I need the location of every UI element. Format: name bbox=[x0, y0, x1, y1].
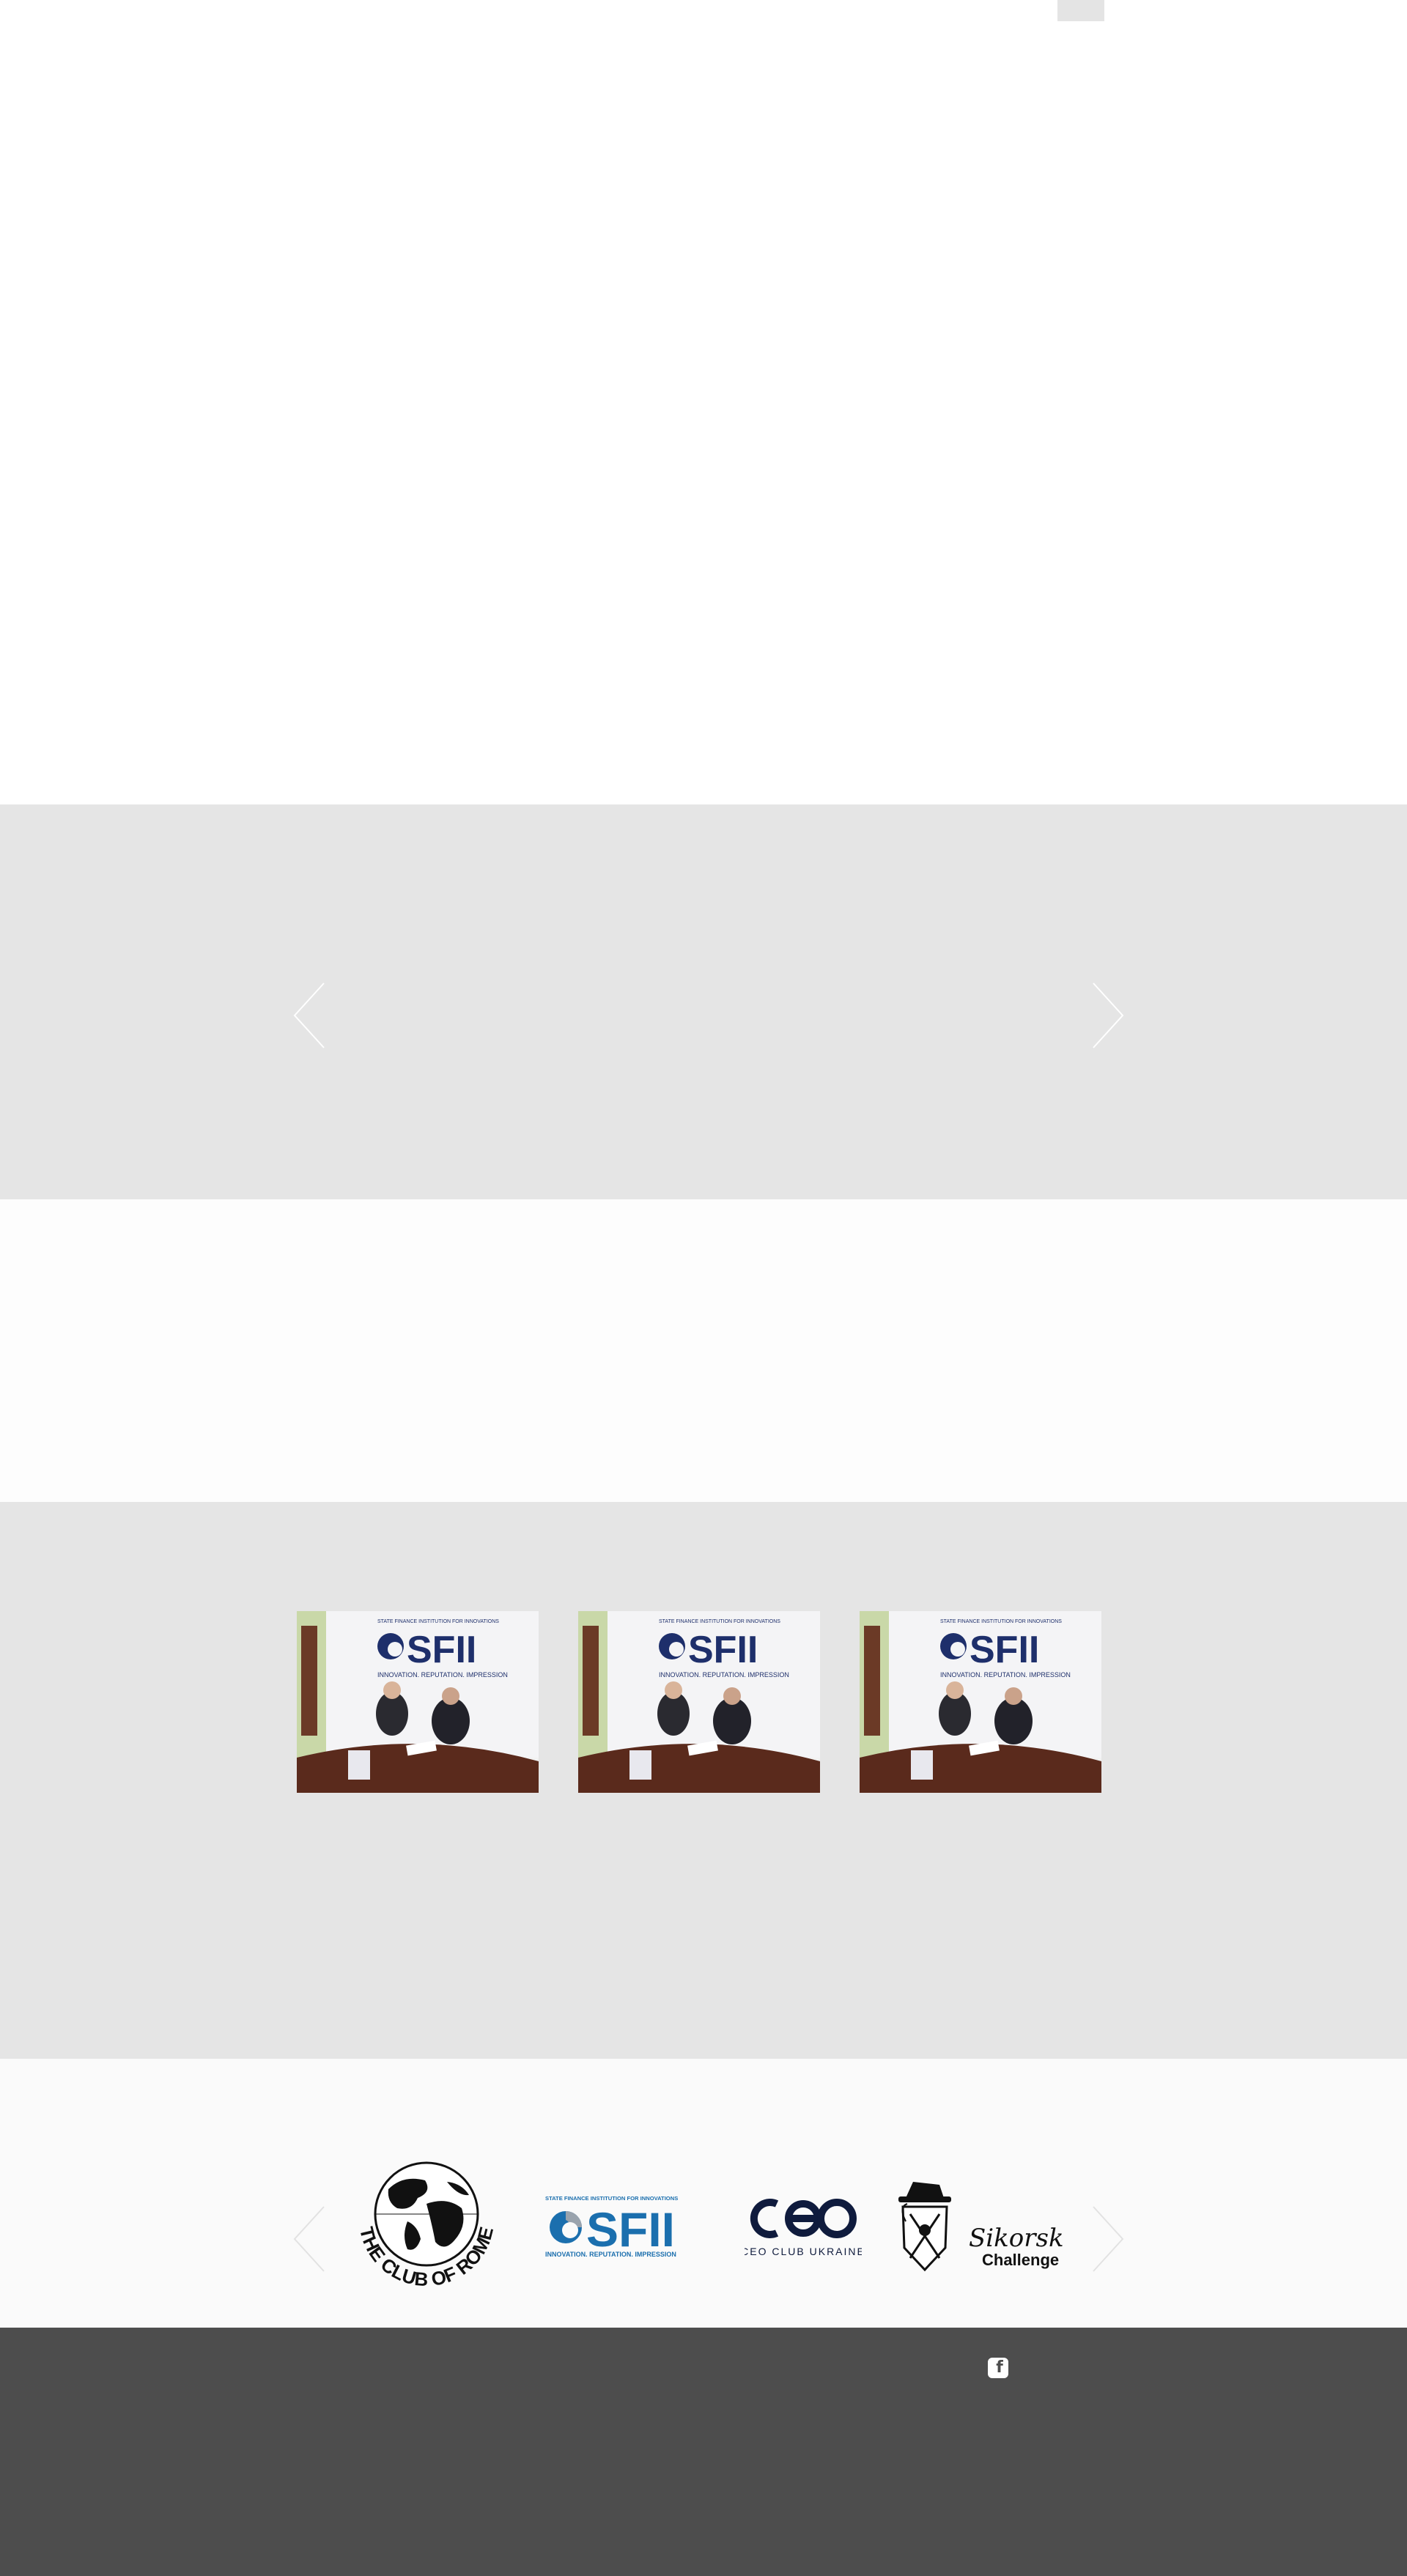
sfii-logo-icon: STATE FINANCE INSTITUTION FOR INNOVATION… bbox=[545, 2195, 678, 2258]
sfii-header: STATE FINANCE INSTITUTION FOR INNOVATION… bbox=[545, 2195, 678, 2202]
partners-carousel bbox=[0, 2059, 1407, 2328]
banner-title: SFII bbox=[970, 1629, 1039, 1671]
partners-prev-button[interactable] bbox=[292, 2204, 328, 2274]
content-blank-area bbox=[0, 1199, 1407, 1502]
chevron-left-icon bbox=[293, 982, 325, 1048]
site-footer bbox=[0, 2328, 1407, 2576]
facebook-icon[interactable]: f bbox=[988, 2358, 1008, 2378]
banner-header: STATE FINANCE INSTITUTION FOR INNOVATION… bbox=[659, 1619, 780, 1624]
hero-slider bbox=[0, 804, 1407, 1199]
partner-logo-ceo-club[interactable]: CEO CLUB UKRAINE bbox=[745, 2191, 862, 2261]
banner-caption: INNOVATION. REPUTATION. IMPRESSION bbox=[377, 1671, 508, 1679]
sikorsky-line2: Challenge bbox=[982, 2251, 1059, 2269]
partner-logo-club-of-rome[interactable]: THE CLUB OF ROME bbox=[344, 2160, 506, 2296]
chevron-right-icon bbox=[1093, 982, 1124, 1048]
photo-signing-ceremony-image: STATE FINANCE INSTITUTION FOR INNOVATION… bbox=[578, 1611, 820, 1793]
sikorsky-line1: Sikorsky bbox=[969, 2224, 1063, 2253]
banner-title: SFII bbox=[688, 1629, 758, 1671]
banner-header: STATE FINANCE INSTITUTION FOR INNOVATION… bbox=[377, 1619, 499, 1624]
slider-next-button[interactable] bbox=[1089, 980, 1126, 1051]
sfii-title: SFII bbox=[586, 2202, 675, 2257]
ceo-club-name: CEO CLUB UKRAINE bbox=[745, 2246, 862, 2257]
photo-signing-ceremony-image: STATE FINANCE INSTITUTION FOR INNOVATION… bbox=[860, 1611, 1101, 1793]
gallery-photo-2[interactable]: STATE FINANCE INSTITUTION FOR INNOVATION… bbox=[578, 1611, 820, 1793]
partner-logo-sikorsky-challenge[interactable]: Sikorsky Challenge bbox=[895, 2177, 1063, 2276]
banner-caption: INNOVATION. REPUTATION. IMPRESSION bbox=[659, 1671, 789, 1679]
partner-logo-sfii[interactable]: STATE FINANCE INSTITUTION FOR INNOVATION… bbox=[544, 2194, 701, 2259]
banner-caption: INNOVATION. REPUTATION. IMPRESSION bbox=[940, 1671, 1071, 1679]
banner-title: SFII bbox=[407, 1629, 476, 1671]
top-menu-chip[interactable] bbox=[1057, 0, 1104, 21]
ceo-club-logo-icon: CEO CLUB UKRAINE bbox=[745, 2199, 862, 2257]
partners-next-button[interactable] bbox=[1089, 2204, 1126, 2274]
facebook-glyph: f bbox=[996, 2358, 1003, 2377]
sfii-tagline: INNOVATION. REPUTATION. IMPRESSION bbox=[545, 2251, 676, 2258]
banner-header: STATE FINANCE INSTITUTION FOR INNOVATION… bbox=[940, 1619, 1062, 1624]
chevron-right-icon bbox=[1093, 2206, 1124, 2272]
chevron-left-icon bbox=[293, 2206, 325, 2272]
slider-prev-button[interactable] bbox=[292, 980, 328, 1051]
gallery-photo-1[interactable]: STATE FINANCE INSTITUTION FOR INNOVATION… bbox=[297, 1611, 539, 1793]
gallery-photo-3[interactable]: STATE FINANCE INSTITUTION FOR INNOVATION… bbox=[860, 1611, 1101, 1793]
photo-signing-ceremony-image: STATE FINANCE INSTITUTION FOR INNOVATION… bbox=[297, 1611, 539, 1793]
sikorsky-challenge-logo-icon: Sikorsky Challenge bbox=[898, 2182, 1063, 2272]
top-blank-area bbox=[0, 0, 1407, 804]
globe-icon: THE CLUB OF ROME bbox=[355, 2161, 498, 2290]
